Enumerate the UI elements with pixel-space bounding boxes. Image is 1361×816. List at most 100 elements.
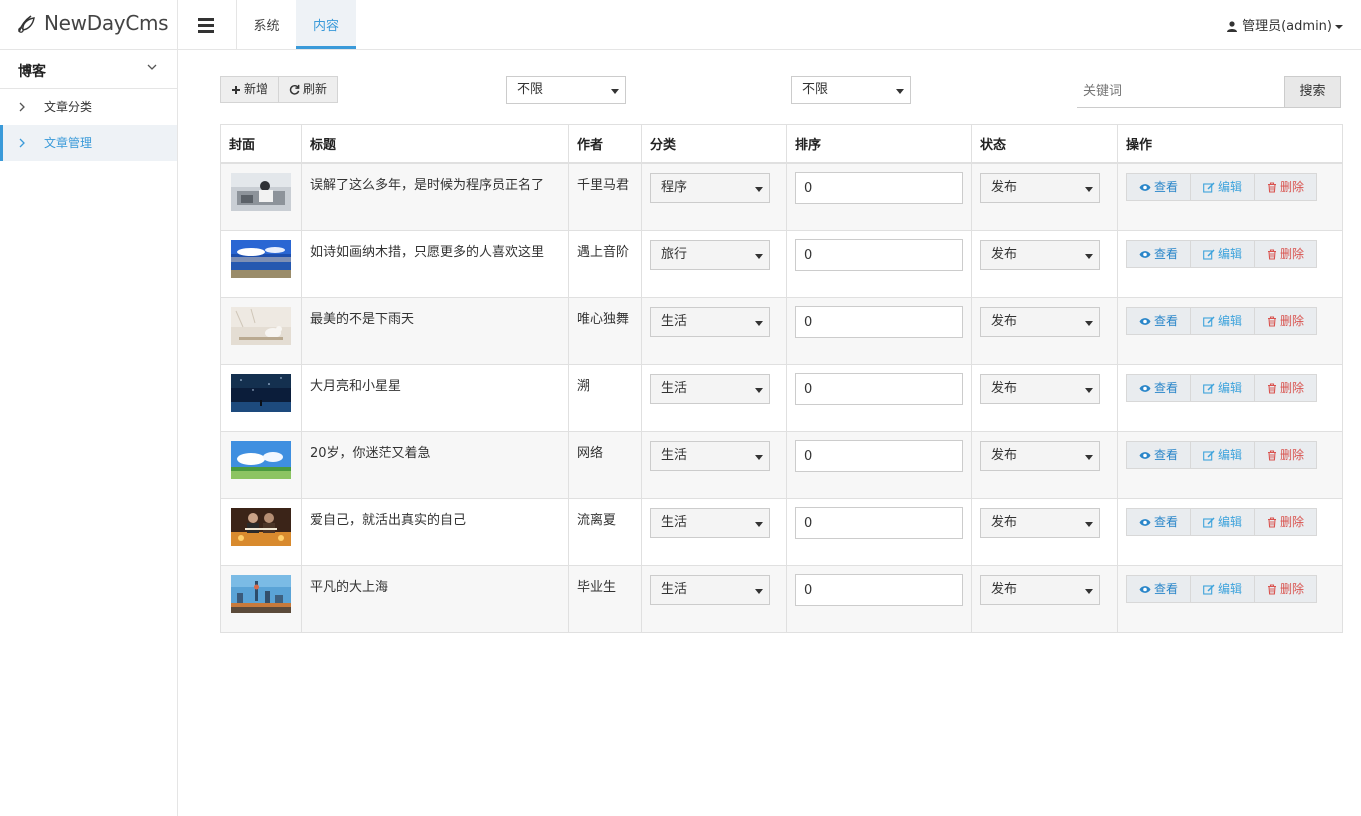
sidebar-item-category[interactable]: 文章分类 [0, 89, 177, 125]
sort-input[interactable] [795, 507, 963, 539]
view-button[interactable]: 查看 [1126, 307, 1192, 335]
category-select[interactable]: 生活 [650, 307, 770, 337]
user-menu[interactable]: 管理员(admin) [1227, 0, 1343, 49]
brand[interactable]: NewDayCms [0, 0, 178, 49]
actions-cell: 查看 编辑 删除 [1117, 162, 1343, 231]
chevron-right-icon [19, 102, 25, 112]
cover-image[interactable] [231, 441, 291, 479]
title-cell: 最美的不是下雨天 [301, 297, 569, 365]
delete-button[interactable]: 删除 [1255, 374, 1318, 402]
sort-cell [786, 565, 972, 633]
sort-input[interactable] [795, 440, 963, 472]
logo-icon [18, 15, 35, 33]
sidebar-item-label: 文章分类 [44, 100, 93, 114]
view-button[interactable]: 查看 [1126, 173, 1192, 201]
search-input[interactable] [1077, 76, 1285, 108]
view-button[interactable]: 查看 [1126, 441, 1192, 469]
filter-select-2[interactable]: 不限 [791, 76, 911, 104]
sort-input[interactable] [795, 172, 963, 204]
edit-button[interactable]: 编辑 [1191, 307, 1256, 335]
sort-input[interactable] [795, 306, 963, 338]
status-cell: 发布 [971, 162, 1118, 231]
delete-button-label: 删除 [1280, 448, 1305, 462]
status-select[interactable]: 发布 [980, 173, 1100, 203]
category-select[interactable]: 生活 [650, 441, 770, 471]
delete-button[interactable]: 删除 [1255, 173, 1318, 201]
view-button[interactable]: 查看 [1126, 508, 1192, 536]
top-header: NewDayCms 系统 内容 管理员(admin) [0, 0, 1361, 50]
view-button[interactable]: 查看 [1126, 374, 1192, 402]
add-button[interactable]: 新增 [220, 76, 280, 103]
filter-select-1[interactable]: 不限 [506, 76, 626, 104]
category-select[interactable]: 程序 [650, 173, 770, 203]
category-cell: 生活 [641, 498, 787, 566]
sort-cell [786, 364, 972, 432]
status-select[interactable]: 发布 [980, 441, 1100, 471]
sidebar-group-blog[interactable]: 博客 [0, 50, 177, 89]
title-cell: 爱自己，就活出真实的自己 [301, 498, 569, 566]
status-value: 发布 [991, 180, 1018, 195]
actions-cell: 查看 编辑 删除 [1117, 230, 1343, 298]
status-select[interactable]: 发布 [980, 307, 1100, 337]
status-value: 发布 [991, 448, 1018, 463]
view-button[interactable]: 查看 [1126, 240, 1192, 268]
edit-button[interactable]: 编辑 [1191, 240, 1256, 268]
cover-image[interactable] [231, 173, 291, 211]
row-actions: 查看 编辑 删除 [1126, 307, 1334, 335]
sort-input[interactable] [795, 574, 963, 606]
sort-input[interactable] [795, 373, 963, 405]
cover-cell [220, 565, 302, 633]
menu-toggle-button[interactable] [178, 0, 237, 49]
category-select[interactable]: 生活 [650, 508, 770, 538]
article-author: 溯 [577, 379, 591, 394]
category-select[interactable]: 生活 [650, 575, 770, 605]
author-cell: 溯 [568, 364, 642, 432]
caret-down-icon [896, 89, 904, 94]
view-button-label: 查看 [1154, 582, 1179, 596]
status-select[interactable]: 发布 [980, 575, 1100, 605]
delete-button[interactable]: 删除 [1255, 575, 1318, 603]
cover-image[interactable] [231, 307, 291, 345]
title-cell: 误解了这么多年，是时候为程序员正名了 [301, 162, 569, 231]
status-value: 发布 [991, 582, 1018, 597]
cover-image[interactable] [231, 374, 291, 412]
column-header-status: 状态 [971, 124, 1118, 164]
cover-image[interactable] [231, 240, 291, 278]
edit-icon [1203, 516, 1215, 528]
cover-image[interactable] [231, 508, 291, 546]
cover-image[interactable] [231, 575, 291, 613]
delete-button[interactable]: 删除 [1255, 307, 1318, 335]
edit-button[interactable]: 编辑 [1191, 508, 1256, 536]
refresh-button[interactable]: 刷新 [279, 76, 339, 103]
actions-cell: 查看 编辑 删除 [1117, 565, 1343, 633]
caret-down-icon [755, 321, 763, 326]
row-actions: 查看 编辑 删除 [1126, 508, 1334, 536]
category-value: 生活 [661, 314, 688, 329]
edit-button[interactable]: 编辑 [1191, 441, 1256, 469]
delete-button[interactable]: 删除 [1255, 508, 1318, 536]
cover-cell [220, 431, 302, 499]
delete-button[interactable]: 删除 [1255, 441, 1318, 469]
edit-button-label: 编辑 [1218, 247, 1243, 261]
edit-button[interactable]: 编辑 [1191, 173, 1256, 201]
article-title: 最美的不是下雨天 [310, 312, 415, 327]
plus-icon [232, 85, 240, 94]
category-select[interactable]: 旅行 [650, 240, 770, 270]
search-button[interactable]: 搜索 [1284, 76, 1341, 108]
table-row: 20岁，你迷茫又着急 网络 生活 发布 查看 编辑 删除 [220, 431, 1343, 499]
edit-button[interactable]: 编辑 [1191, 374, 1256, 402]
sort-input[interactable] [795, 239, 963, 271]
edit-button[interactable]: 编辑 [1191, 575, 1256, 603]
sidebar-item-articles[interactable]: 文章管理 [0, 125, 177, 161]
tab-content[interactable]: 内容 [296, 0, 356, 49]
status-select[interactable]: 发布 [980, 508, 1100, 538]
status-cell: 发布 [971, 297, 1118, 365]
tab-system[interactable]: 系统 [237, 0, 296, 49]
delete-button[interactable]: 删除 [1255, 240, 1318, 268]
category-value: 生活 [661, 381, 688, 396]
status-select[interactable]: 发布 [980, 374, 1100, 404]
category-select[interactable]: 生活 [650, 374, 770, 404]
delete-button-label: 删除 [1280, 582, 1305, 596]
view-button[interactable]: 查看 [1126, 575, 1192, 603]
status-select[interactable]: 发布 [980, 240, 1100, 270]
